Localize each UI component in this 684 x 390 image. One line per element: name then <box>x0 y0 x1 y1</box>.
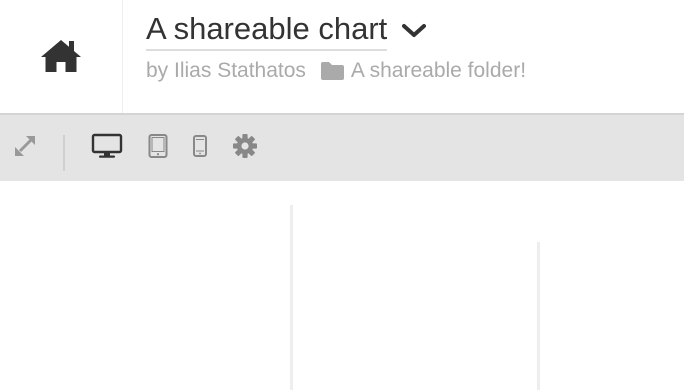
author-link[interactable]: by Ilias Stathatos <box>146 57 306 85</box>
chart-page: A shareable chart by Ilias Stathatos A s… <box>0 0 684 390</box>
fullscreen-button[interactable] <box>8 115 42 181</box>
chart-title[interactable]: A shareable chart <box>146 10 388 51</box>
home-icon <box>39 39 83 75</box>
folder-link[interactable]: A shareable folder! <box>351 57 526 85</box>
settings-button[interactable] <box>228 115 262 181</box>
title-row: A shareable chart <box>146 10 427 51</box>
chart-canvas <box>0 181 684 390</box>
desktop-view-button[interactable] <box>88 115 126 181</box>
chevron-down-icon[interactable] <box>401 21 427 41</box>
preview-toolbar <box>0 113 684 181</box>
phone-icon <box>192 134 208 163</box>
grid-line <box>537 242 540 390</box>
tablet-view-button[interactable] <box>144 115 172 181</box>
chart-header: A shareable chart by Ilias Stathatos A s… <box>0 0 684 113</box>
gear-icon <box>232 133 258 164</box>
expand-icon <box>12 133 38 164</box>
desktop-icon <box>91 133 123 164</box>
byline: by Ilias Stathatos A shareable folder! <box>146 57 526 85</box>
tablet-icon <box>148 133 168 164</box>
folder-icon <box>320 61 345 81</box>
phone-view-button[interactable] <box>188 115 212 181</box>
home-button[interactable] <box>0 0 123 113</box>
toolbar-divider <box>63 135 65 171</box>
grid-line <box>290 205 293 390</box>
